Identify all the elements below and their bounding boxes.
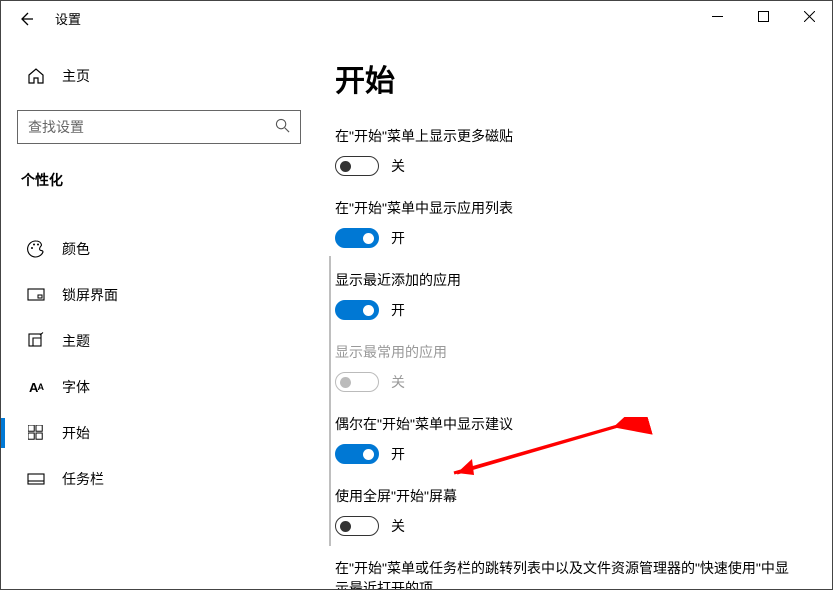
page-title: 开始 — [335, 56, 802, 100]
toggle-state: 关 — [391, 372, 405, 392]
sidebar-item-color[interactable]: 颜色 — [17, 226, 301, 272]
setting-row: 偶尔在"开始"菜单中显示建议开 — [335, 414, 802, 464]
search-placeholder: 查找设置 — [28, 117, 84, 137]
close-icon — [804, 11, 815, 22]
setting-row: 在"开始"菜单中显示应用列表开 — [335, 198, 802, 248]
sidebar-item-label: 字体 — [62, 377, 90, 397]
minimize-icon — [712, 11, 723, 22]
sidebar-item-font[interactable]: AA 字体 — [17, 364, 301, 410]
toggle-state: 开 — [391, 228, 405, 248]
setting-label: 在"开始"菜单或任务栏的跳转列表中以及文件资源管理器的"快速使用"中显示最近打开… — [335, 558, 802, 589]
toggle-switch[interactable] — [335, 444, 379, 464]
setting-row: 显示最近添加的应用开 — [335, 270, 802, 320]
theme-icon — [27, 332, 45, 350]
palette-icon — [27, 240, 45, 258]
toggle-state: 关 — [391, 516, 405, 536]
toggle-switch[interactable] — [335, 156, 379, 176]
setting-row: 显示最常用的应用关 — [335, 342, 802, 392]
scrollbar[interactable] — [329, 256, 331, 546]
back-button[interactable] — [11, 4, 41, 34]
setting-row: 使用全屏"开始"屏幕关 — [335, 486, 802, 536]
sidebar-item-theme[interactable]: 主题 — [17, 318, 301, 364]
maximize-icon — [758, 11, 769, 22]
main-content: 开始 在"开始"菜单上显示更多磁贴关在"开始"菜单中显示应用列表开显示最近添加的… — [309, 36, 832, 589]
home-nav[interactable]: 主页 — [17, 58, 301, 94]
search-input[interactable]: 查找设置 — [17, 110, 301, 144]
sidebar-item-label: 任务栏 — [62, 469, 104, 489]
font-icon: AA — [27, 378, 45, 396]
sidebar-section: 个性化 — [17, 170, 301, 190]
home-label: 主页 — [62, 66, 90, 86]
lockscreen-icon — [27, 286, 45, 304]
sidebar-item-taskbar[interactable]: 任务栏 — [17, 456, 301, 502]
toggle-switch[interactable] — [335, 516, 379, 536]
taskbar-icon — [27, 470, 45, 488]
window-controls — [694, 1, 832, 31]
toggle-state: 开 — [391, 300, 405, 320]
window-title: 设置 — [55, 9, 81, 28]
sidebar-item-label: 开始 — [62, 423, 90, 443]
setting-label: 在"开始"菜单上显示更多磁贴 — [335, 126, 802, 146]
setting-label: 使用全屏"开始"屏幕 — [335, 486, 802, 506]
setting-row: 在"开始"菜单或任务栏的跳转列表中以及文件资源管理器的"快速使用"中显示最近打开… — [335, 558, 802, 589]
sidebar-item-label: 颜色 — [62, 239, 90, 259]
setting-label: 显示最常用的应用 — [335, 342, 802, 362]
search-icon — [275, 118, 290, 136]
minimize-button[interactable] — [694, 1, 740, 31]
setting-label: 显示最近添加的应用 — [335, 270, 802, 290]
maximize-button[interactable] — [740, 1, 786, 31]
toggle-state: 关 — [391, 156, 405, 176]
arrow-left-icon — [18, 11, 34, 27]
sidebar-item-lockscreen[interactable]: 锁屏界面 — [17, 272, 301, 318]
setting-label: 偶尔在"开始"菜单中显示建议 — [335, 414, 802, 434]
nav-list: 颜色 锁屏界面 主题 AA 字体 — [17, 226, 301, 502]
sidebar-item-start[interactable]: 开始 — [17, 410, 301, 456]
toggle-switch[interactable] — [335, 300, 379, 320]
sidebar-item-label: 锁屏界面 — [62, 285, 118, 305]
sidebar: 主页 查找设置 个性化 颜色 锁屏界面 — [1, 36, 309, 589]
sidebar-item-label: 主题 — [62, 331, 90, 351]
home-icon — [27, 67, 45, 85]
setting-row: 在"开始"菜单上显示更多磁贴关 — [335, 126, 802, 176]
toggle-switch — [335, 372, 379, 392]
toggle-state: 开 — [391, 444, 405, 464]
toggle-switch[interactable] — [335, 228, 379, 248]
start-icon — [27, 424, 45, 442]
close-button[interactable] — [786, 1, 832, 31]
setting-label: 在"开始"菜单中显示应用列表 — [335, 198, 802, 218]
